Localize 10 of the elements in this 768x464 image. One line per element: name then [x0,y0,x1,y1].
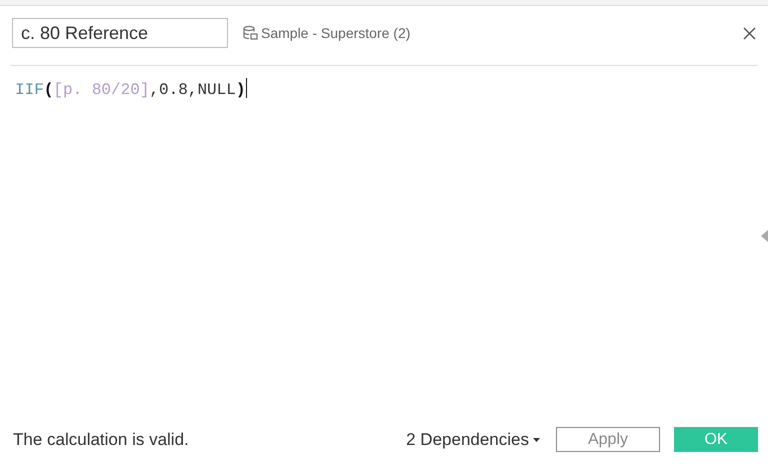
database-icon [242,25,259,41]
dependencies-dropdown[interactable]: 2 Dependencies [406,430,540,450]
status-message: The calculation is valid. [13,430,189,450]
caret-icon [533,438,540,442]
data-source-label: Sample - Superstore (2) [261,25,410,41]
formula-text: IIF([p. 80/20],0.8,NULL) [15,78,248,99]
close-icon[interactable] [743,26,756,40]
name-field[interactable]: c. 80 Reference [12,18,228,48]
formula-editor[interactable]: IIF([p. 80/20],0.8,NULL) [10,65,758,406]
apply-button[interactable]: Apply [556,427,660,452]
